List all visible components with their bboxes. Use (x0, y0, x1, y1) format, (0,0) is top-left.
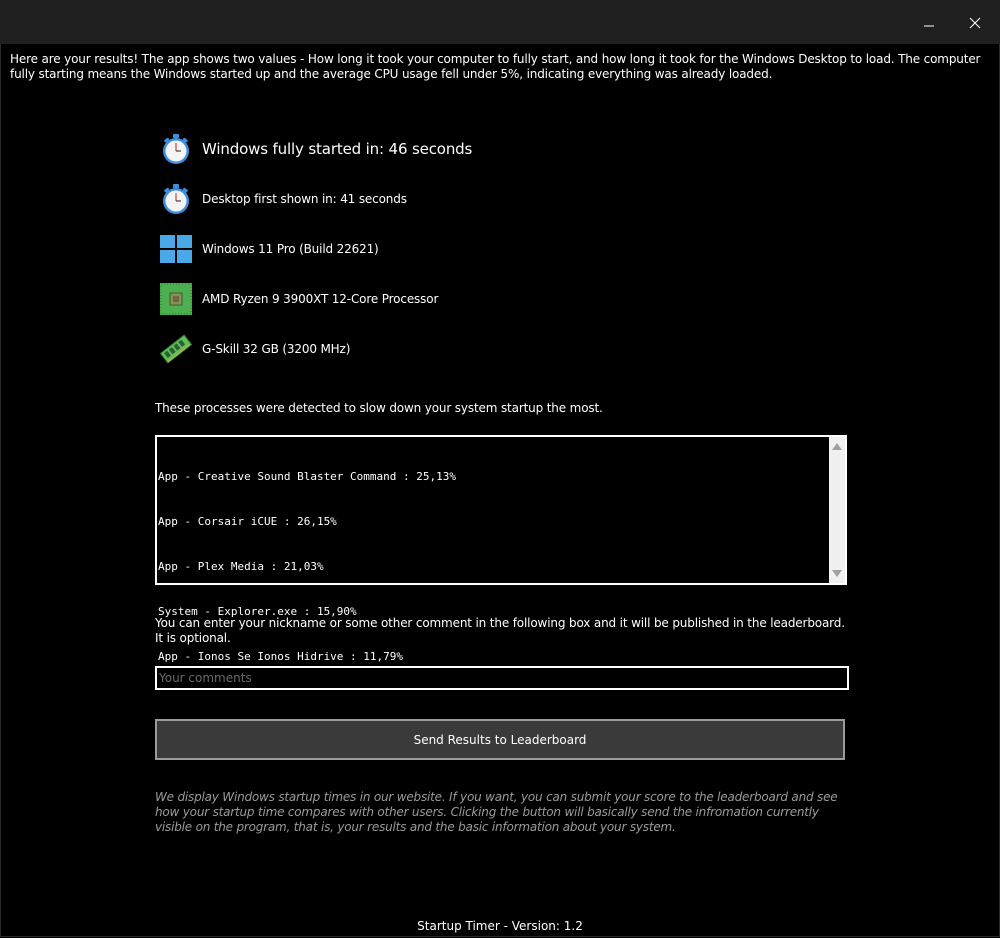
processes-list: App - Creative Sound Blaster Command : 2… (158, 439, 828, 694)
process-line: App - Creative Sound Blaster Command : 2… (158, 470, 457, 483)
os-text: Windows 11 Pro (Build 22621) (202, 242, 379, 256)
minimize-icon (924, 25, 934, 27)
close-button[interactable] (952, 8, 998, 38)
cpu-text: AMD Ryzen 9 3900XT 12-Core Processor (202, 292, 439, 306)
title-bar (0, 0, 1000, 44)
windows-logo-icon (158, 231, 194, 267)
scroll-down-icon[interactable] (832, 570, 842, 577)
stopwatch-icon (158, 131, 194, 167)
os-row: Windows 11 Pro (Build 22621) (158, 231, 379, 267)
leaderboard-note: We display Windows startup times in our … (155, 790, 838, 834)
fully-started-text: Windows fully started in: 46 seconds (202, 140, 473, 158)
send-results-button[interactable]: Send Results to Leaderboard (155, 719, 845, 760)
ram-row: G-Skill 32 GB (3200 MHz) (158, 331, 350, 367)
process-line: App - Ionos Se Ionos Hidrive : 11,79% (158, 650, 404, 663)
ram-text: G-Skill 32 GB (3200 MHz) (202, 342, 351, 356)
processes-label: These processes were detected to slow do… (155, 401, 603, 415)
comment-input[interactable] (155, 666, 849, 690)
process-line: App - Plex Media : 21,03% (158, 560, 324, 573)
processes-textbox[interactable]: App - Creative Sound Blaster Command : 2… (155, 435, 847, 663)
fully-started-row: Windows fully started in: 46 seconds (158, 131, 472, 167)
cpu-chip-icon (158, 281, 194, 317)
vertical-scrollbar[interactable] (829, 437, 845, 583)
version-footer: Startup Timer - Version: 1.2 (417, 919, 583, 933)
close-icon (969, 17, 981, 29)
desktop-shown-text: Desktop first shown in: 41 seconds (202, 192, 407, 206)
ram-module-icon (158, 331, 194, 367)
minimize-button[interactable] (906, 8, 952, 38)
scroll-up-icon[interactable] (832, 443, 842, 450)
desktop-shown-row: Desktop first shown in: 41 seconds (158, 181, 407, 217)
comment-label: You can enter your nickname or some othe… (155, 616, 845, 645)
process-line: App - Corsair iCUE : 26,15% (158, 515, 337, 528)
intro-text: Here are your results! The app shows two… (10, 52, 981, 81)
stopwatch-icon (158, 181, 194, 217)
cpu-row: AMD Ryzen 9 3900XT 12-Core Processor (158, 281, 438, 317)
